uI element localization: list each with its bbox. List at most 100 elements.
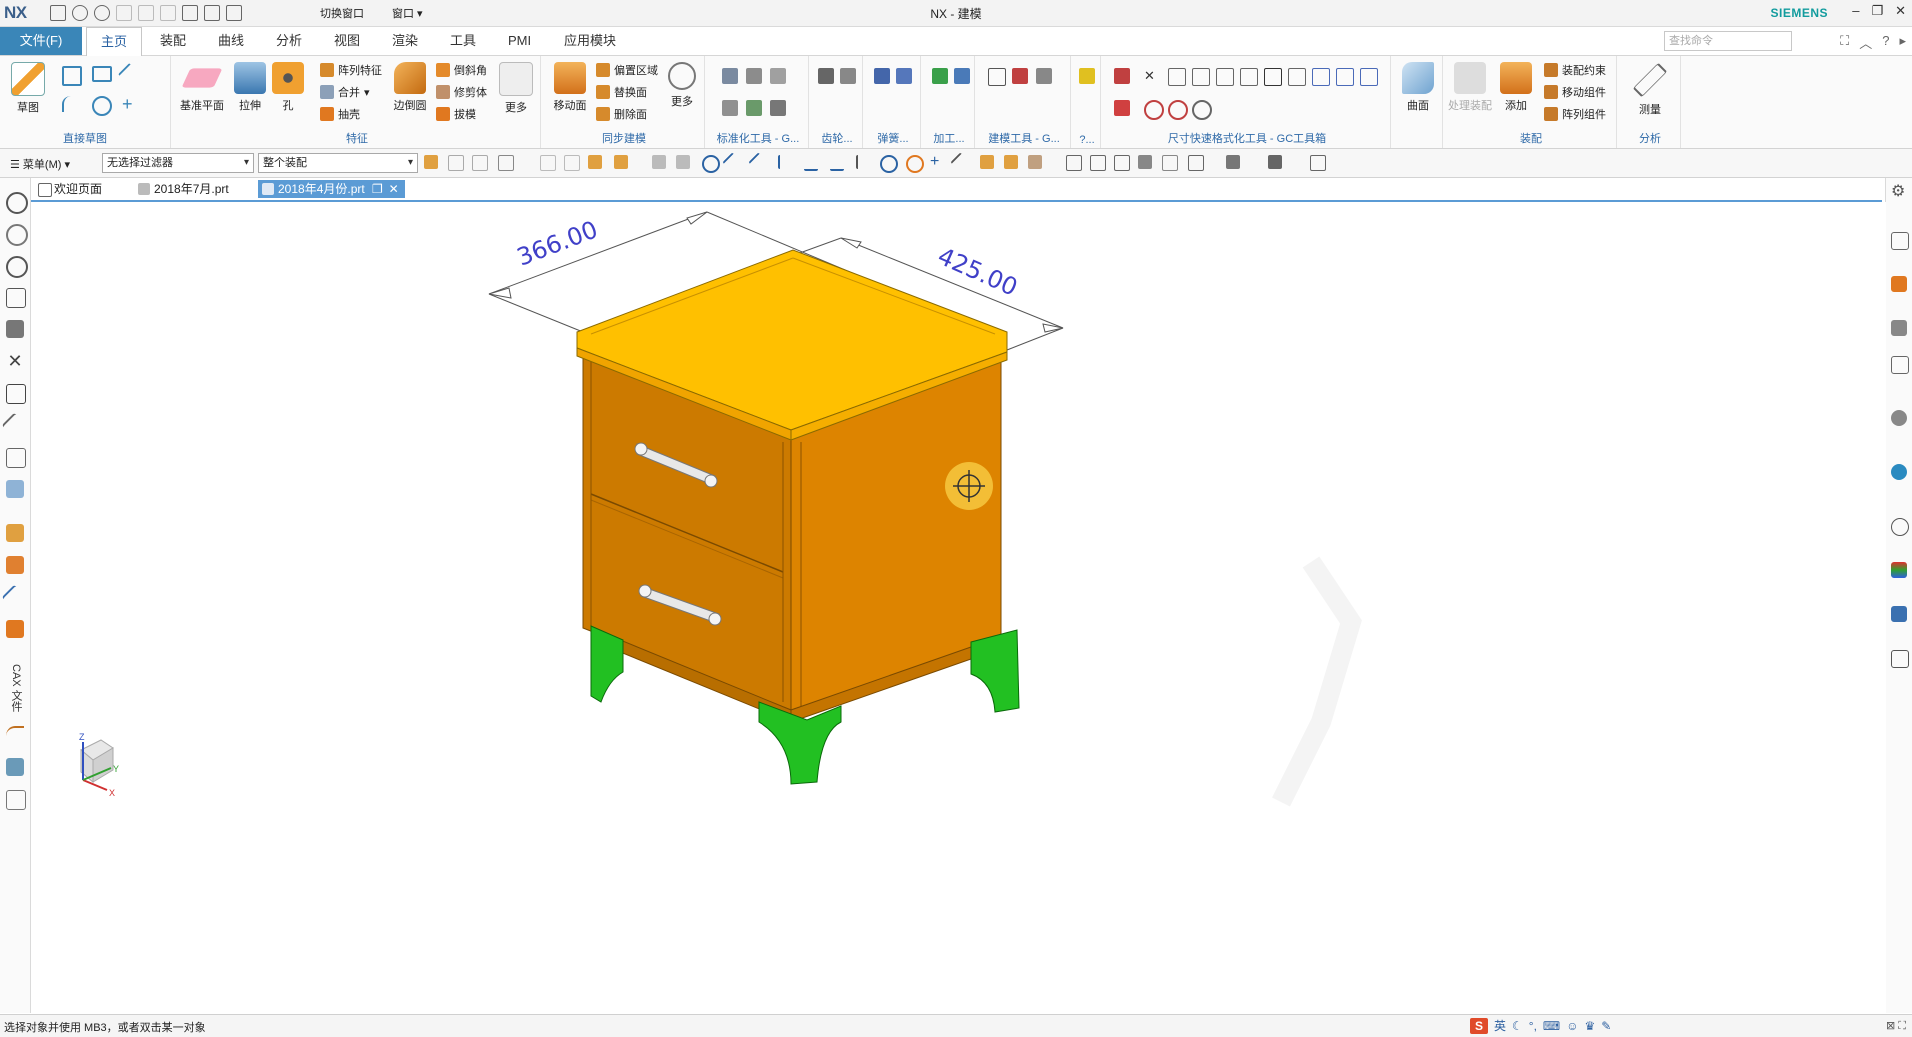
punctuation-icon[interactable]: °, — [1529, 1019, 1537, 1033]
fullscreen-icon[interactable]: ⛶ — [1840, 33, 1849, 52]
view-zoom-icon[interactable] — [1188, 155, 1204, 171]
show-only-icon[interactable] — [6, 224, 28, 246]
hide-show-eye-icon[interactable] — [6, 192, 28, 214]
bedside-cabinet-model[interactable] — [576, 249, 1020, 785]
part-navigator-right-icon[interactable] — [1891, 232, 1909, 250]
standard-tool-icon-4[interactable] — [722, 100, 738, 116]
snap-on-curve-icon[interactable] — [980, 155, 994, 169]
measure-button[interactable]: 测量 — [1628, 62, 1672, 117]
chamfer-button[interactable]: 倒斜角 — [436, 62, 487, 78]
sogou-ime-icon[interactable]: S — [1470, 1017, 1488, 1034]
rectangle-icon[interactable] — [92, 66, 112, 82]
misc-tool-icon[interactable] — [1079, 68, 1095, 84]
select-component-icon[interactable] — [588, 155, 602, 169]
gc-clear-icon[interactable]: ✕ — [1144, 68, 1160, 84]
gear-tool-icon-2[interactable] — [840, 68, 856, 84]
tab-tools[interactable]: 工具 — [436, 27, 490, 55]
modeling-tool-icon-3[interactable] — [1036, 68, 1052, 84]
history-clock-icon[interactable] — [1891, 518, 1909, 536]
doc-tab-welcome[interactable]: 欢迎页面 — [34, 180, 110, 198]
model-view-icon[interactable] — [6, 480, 24, 498]
profile-icon[interactable] — [62, 66, 82, 86]
move-component-button[interactable]: 移动组件 — [1544, 84, 1606, 100]
gc-dia-icon[interactable] — [1144, 100, 1164, 120]
type-filter-select[interactable]: 无选择过滤器 — [102, 153, 254, 173]
constraint-navigator-icon[interactable] — [1891, 320, 1907, 336]
roles-icon[interactable] — [1891, 606, 1907, 622]
delete-face-button[interactable]: 删除面 — [596, 106, 647, 122]
snap-line-icon[interactable] — [722, 152, 744, 174]
view-wireframe-icon[interactable] — [1162, 155, 1178, 171]
command-search-input[interactable]: 查找命令 — [1664, 31, 1792, 51]
view-front-icon[interactable] — [1066, 155, 1082, 171]
surface-button[interactable]: 曲面 — [1396, 62, 1440, 113]
snap-perpendicular-icon[interactable] — [856, 155, 872, 169]
standard-tool-icon-6[interactable] — [770, 100, 786, 116]
weld-assembly-button[interactable]: 处理装配 — [1448, 62, 1492, 113]
help-icon[interactable]: ? — [1882, 33, 1889, 52]
circle-icon[interactable] — [92, 96, 112, 116]
select-all-icon[interactable] — [498, 155, 514, 171]
snap-intersection-icon[interactable] — [1028, 155, 1042, 169]
redo-icon[interactable] — [94, 5, 110, 21]
modeling-tool-icon[interactable] — [988, 68, 1006, 86]
datum-plane-button[interactable]: 基准平面 — [180, 62, 224, 113]
tab-analysis[interactable]: 分析 — [262, 27, 316, 55]
gc-box-icon[interactable] — [1264, 68, 1282, 86]
gc-dim-icon-1[interactable] — [1114, 68, 1130, 84]
draft-button[interactable]: 拔模 — [436, 106, 476, 122]
gc-rotate-icon[interactable] — [1192, 100, 1212, 120]
pattern-feature-button[interactable]: 阵列特征 — [320, 62, 382, 78]
snap-curve-icon[interactable] — [778, 155, 794, 169]
gc-fit-icon-4[interactable] — [1360, 68, 1378, 86]
view-triad[interactable]: Z X Y — [79, 732, 119, 798]
arc-icon[interactable] — [62, 96, 80, 112]
box-tool-icon[interactable] — [6, 790, 26, 810]
tab-curve[interactable]: 曲线 — [204, 27, 258, 55]
selection-box-icon[interactable]: ⊠ — [1886, 1020, 1895, 1032]
info-icon[interactable] — [1891, 410, 1907, 426]
delete-box-icon[interactable] — [6, 384, 26, 404]
replace-face-button[interactable]: 替换面 — [596, 84, 647, 100]
unite-button[interactable]: 合并 ▾ — [320, 84, 370, 100]
undo-icon[interactable] — [72, 5, 88, 21]
ime-language[interactable]: 英 — [1494, 1017, 1506, 1034]
palette-icon[interactable] — [1891, 562, 1907, 578]
moon-icon[interactable]: ☾ — [1512, 1019, 1523, 1033]
machining-tool-icon[interactable] — [932, 68, 948, 84]
standard-tool-icon-1[interactable] — [722, 68, 738, 84]
repeat-command-icon[interactable] — [182, 5, 198, 21]
select-solid-icon[interactable] — [614, 155, 628, 169]
layer-icon[interactable] — [6, 620, 24, 638]
select-body-icon[interactable] — [448, 155, 464, 171]
show-all-icon[interactable] — [6, 256, 28, 278]
tab-view[interactable]: 视图 — [320, 27, 374, 55]
sketch-button[interactable]: 草图 — [6, 62, 50, 115]
tab-home[interactable]: 主页 — [86, 27, 143, 57]
edge-blend-button[interactable]: 边倒圆 — [388, 62, 432, 113]
cax-file-label[interactable]: CAX 文件 — [8, 664, 24, 712]
snap-point-icon[interactable]: + — [930, 154, 944, 170]
pattern-component-button[interactable]: 阵列组件 — [1544, 106, 1606, 122]
sync-more-button[interactable]: 更多 — [660, 62, 704, 109]
gc-tol-icon-3[interactable] — [1216, 68, 1234, 86]
main-menu-button[interactable]: ☰ 菜单(M) ▾ — [10, 156, 70, 172]
gear-tool-icon[interactable] — [818, 68, 834, 84]
user-icon[interactable]: ☺ — [1566, 1019, 1578, 1033]
paste-icon[interactable] — [160, 5, 176, 21]
spring-tool-icon-2[interactable] — [896, 68, 912, 84]
standard-tool-icon-2[interactable] — [746, 68, 762, 84]
delete-icon[interactable]: ✕ — [6, 352, 24, 370]
view-rotate-icon[interactable] — [1114, 155, 1130, 171]
snap-spline-icon[interactable] — [804, 155, 818, 171]
tab-assembly[interactable]: 装配 — [146, 27, 200, 55]
snap-on-face-icon[interactable] — [1004, 155, 1018, 169]
move-face-button[interactable]: 移动面 — [548, 62, 592, 113]
tab-render[interactable]: 渲染 — [378, 27, 432, 55]
snap-center-icon[interactable] — [702, 155, 720, 173]
shell-button[interactable]: 抽壳 — [320, 106, 360, 122]
file-menu-tab[interactable]: 文件(F) — [0, 27, 82, 55]
close-button[interactable]: ✕ — [1895, 3, 1906, 19]
gc-fit-icon-2[interactable] — [1312, 68, 1330, 86]
spring-tool-icon[interactable] — [874, 68, 890, 84]
